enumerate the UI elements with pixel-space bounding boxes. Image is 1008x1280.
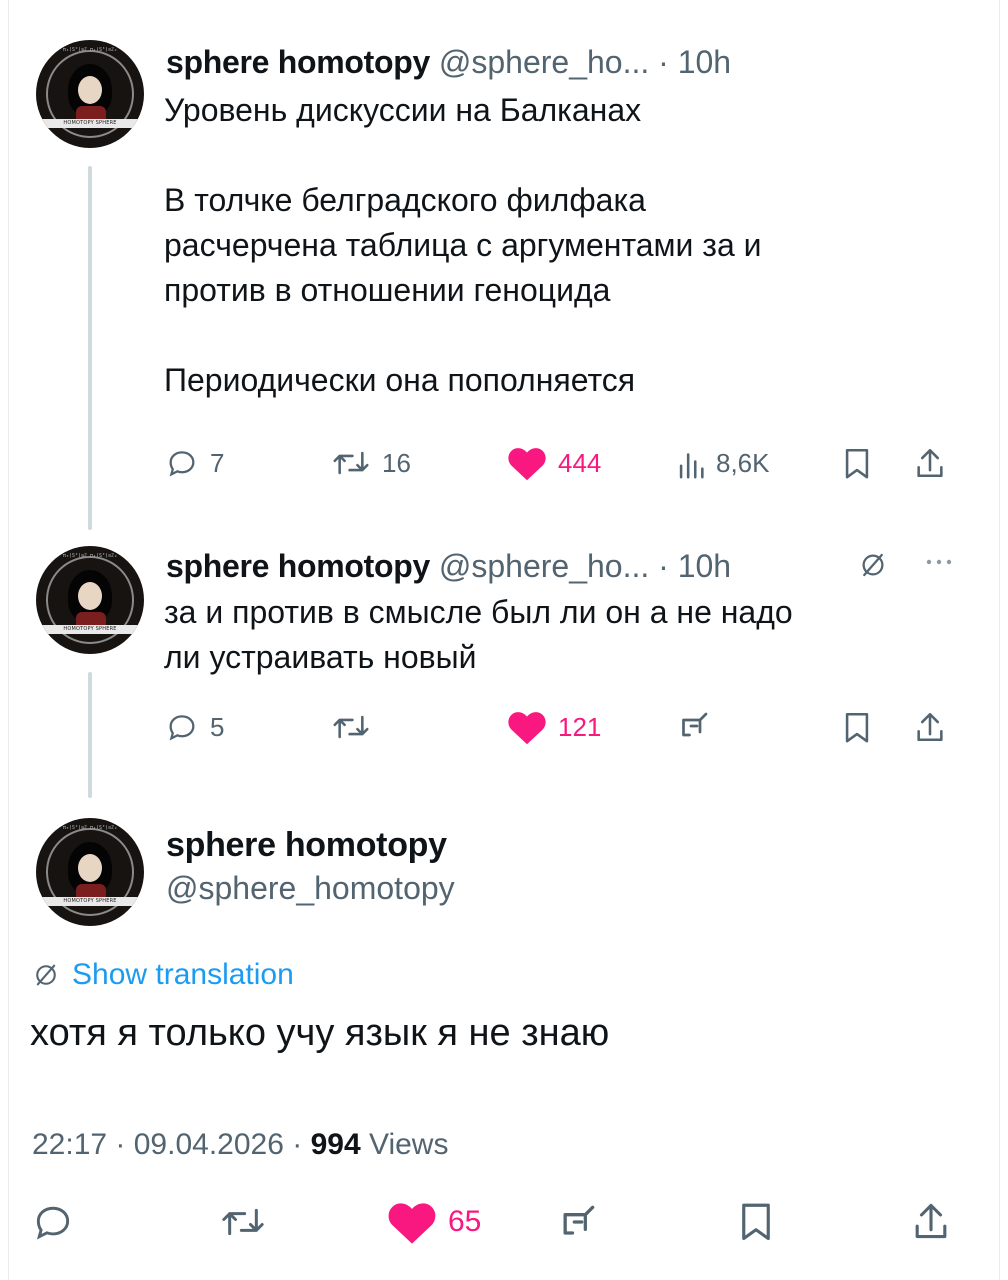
tweet-text: Уровень дискуссии на Балканах В толчке б… [164, 92, 762, 398]
retweet-count: 16 [382, 447, 411, 478]
share-icon [917, 712, 943, 742]
author-handle[interactable]: @sphere_ho... [439, 548, 649, 584]
grok-button[interactable] [676, 708, 712, 744]
like-heart-icon [388, 1203, 436, 1244]
share-button[interactable] [914, 446, 946, 480]
grok-icon [682, 712, 708, 737]
tweet-time[interactable]: · 10h [658, 548, 731, 584]
like-button[interactable]: 65 [386, 1198, 481, 1246]
show-translation-link[interactable]: Show translation [32, 958, 294, 992]
author-name[interactable]: sphere homotopy [166, 826, 447, 865]
share-icon [917, 448, 943, 478]
views-button[interactable]: 8,6K [676, 446, 770, 480]
translate-icon [862, 553, 884, 577]
reply-icon [36, 1206, 70, 1240]
thread-line [88, 166, 92, 530]
author-handle[interactable]: @sphere_ho... [439, 44, 649, 80]
show-translation-label: Show translation [72, 958, 294, 991]
reply-button[interactable]: 7 [164, 446, 224, 480]
bookmark-icon [742, 1203, 770, 1241]
reply-icon [169, 451, 195, 477]
author-name[interactable]: sphere homotopy [166, 548, 430, 584]
translate-button[interactable] [858, 550, 888, 580]
more-button[interactable] [924, 552, 954, 572]
avatar-band: HOMOTOPY SPHERE [36, 897, 144, 906]
avatar[interactable]: π₃(S²)≅ℤ π₄(S³)≅ℤ₂ HOMOTOPY SPHERE [36, 546, 144, 654]
tweet-text: хотя я только учу язык я не знаю [30, 1012, 610, 1054]
tweet-text: за и против в смысле был ли он а не надо… [164, 594, 793, 675]
tweet-header: sphere homotopy @sphere_ho... · 10h [166, 42, 731, 82]
views-count: 8,6K [716, 447, 770, 478]
avatar-band: HOMOTOPY SPHERE [36, 625, 144, 634]
tweet-date[interactable]: 09.04.2026 [134, 1128, 284, 1161]
like-button[interactable]: 121 [506, 708, 601, 746]
retweet-button[interactable]: 16 [330, 446, 411, 480]
author-handle[interactable]: @sphere_homotopy [166, 870, 455, 907]
views-label: Views [368, 1128, 449, 1161]
like-count: 65 [448, 1205, 482, 1238]
tweet-meta: 22:17 · 09.04.2026 · 994 Views [32, 1128, 449, 1161]
avatar-formula: π₃(S²)≅ℤ π₄(S³)≅ℤ₂ [62, 825, 118, 831]
reply-count: 7 [210, 447, 225, 478]
retweet-icon [333, 715, 369, 739]
grok-icon [563, 1205, 595, 1235]
share-button[interactable] [914, 710, 946, 744]
reply-count: 5 [210, 711, 225, 742]
views-icon [679, 453, 704, 479]
avatar-formula: π₃(S²)≅ℤ π₄(S³)≅ℤ₂ [62, 47, 118, 53]
views-count: 994 [310, 1128, 361, 1161]
share-button[interactable] [912, 1200, 950, 1242]
reply-button[interactable]: 5 [164, 710, 224, 744]
avatar[interactable]: π₃(S²)≅ℤ π₄(S³)≅ℤ₂ HOMOTOPY SPHERE [36, 40, 144, 148]
avatar-formula: π₃(S²)≅ℤ π₄(S³)≅ℤ₂ [62, 553, 118, 559]
reply-icon [169, 715, 195, 741]
bookmark-button[interactable] [738, 1200, 774, 1242]
avatar[interactable]: π₃(S²)≅ℤ π₄(S³)≅ℤ₂ HOMOTOPY SPHERE [36, 818, 144, 926]
retweet-icon [333, 451, 369, 475]
bookmark-button[interactable] [842, 446, 872, 480]
translate-icon [36, 964, 56, 986]
retweet-button[interactable] [218, 1202, 268, 1242]
retweet-button[interactable] [330, 710, 382, 744]
like-heart-icon [508, 448, 546, 481]
like-button[interactable]: 444 [506, 444, 601, 482]
more-icon [926, 559, 952, 565]
tweet-header: sphere homotopy @sphere_ho... · 10h [166, 546, 731, 586]
bookmark-icon [845, 448, 869, 479]
like-heart-icon [508, 712, 546, 745]
share-icon [915, 1203, 947, 1239]
thread-line [88, 672, 92, 798]
retweet-icon [222, 1208, 264, 1236]
bookmark-icon [845, 712, 869, 743]
like-count: 444 [558, 447, 602, 478]
tweet-time[interactable]: · 10h [658, 44, 731, 80]
grok-button[interactable] [556, 1200, 600, 1244]
tweet-time[interactable]: 22:17 [32, 1128, 107, 1161]
author-name[interactable]: sphere homotopy [166, 44, 430, 80]
reply-button[interactable] [30, 1200, 76, 1244]
avatar-band: HOMOTOPY SPHERE [36, 119, 144, 128]
bookmark-button[interactable] [842, 710, 872, 744]
like-count: 121 [558, 711, 602, 742]
